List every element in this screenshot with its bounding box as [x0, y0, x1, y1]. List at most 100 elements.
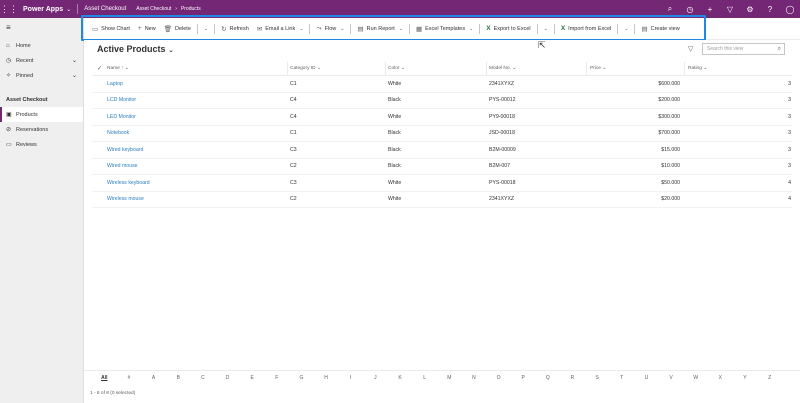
jump-letter[interactable]: L	[412, 375, 437, 381]
column-header-category[interactable]: Category ID ⌄	[288, 61, 386, 76]
add-icon[interactable]: +	[700, 5, 720, 14]
jump-letter[interactable]: X	[708, 375, 733, 381]
breadcrumb-item[interactable]: Products	[181, 6, 201, 12]
assistant-icon[interactable]: ◷	[680, 5, 700, 14]
table-row[interactable]: Wireless mouse C2 White 2341XYXZ $20.000…	[92, 192, 792, 208]
jump-letter[interactable]: N	[462, 375, 487, 381]
jump-letter[interactable]: #	[117, 375, 142, 381]
environment-name[interactable]: Asset Checkout	[84, 6, 126, 12]
jump-letter[interactable]: B	[166, 375, 191, 381]
email-icon: ✉	[256, 25, 263, 33]
jump-letter[interactable]: J	[363, 375, 388, 381]
search-icon[interactable]: ⌕	[660, 4, 680, 14]
search-input[interactable]: Search this view ⌕	[702, 43, 785, 55]
jump-letter[interactable]: E	[240, 375, 265, 381]
column-header-price[interactable]: Price ⌄	[587, 61, 685, 76]
export-dropdown[interactable]: ⌄	[540, 20, 552, 38]
breadcrumb-item[interactable]: Asset Checkout	[136, 6, 171, 12]
flow-icon: ⤳	[316, 24, 322, 32]
jump-letter[interactable]: W	[683, 375, 708, 381]
create-view-button[interactable]: ▤ Create view	[637, 20, 683, 38]
run-report-button[interactable]: ▤ Run Report ⌄	[353, 20, 407, 38]
jump-letter[interactable]: K	[388, 375, 413, 381]
jump-letter[interactable]: U	[634, 375, 659, 381]
select-all-checkbox[interactable]: ✓	[92, 65, 105, 72]
jump-letter[interactable]: T	[609, 375, 634, 381]
nav-item-pinned[interactable]: ✧ Pinned ⌄	[0, 68, 83, 83]
hamburger-icon[interactable]: ≡	[0, 18, 83, 38]
status-footer: 1 - 8 of 8 (0 selected)	[84, 384, 800, 403]
nav-item-reviews[interactable]: ▭ Reviews	[0, 137, 83, 152]
product-name-link[interactable]: Wired keyboard	[105, 147, 288, 153]
column-header-rating[interactable]: Rating ⌄	[685, 62, 791, 76]
chevron-down-icon[interactable]: ⌄	[66, 6, 71, 13]
jump-letter[interactable]: O	[486, 375, 511, 381]
product-name-link[interactable]: LED Monitor	[105, 114, 288, 120]
chevron-down-icon[interactable]: ⌄	[340, 26, 344, 32]
chevron-down-icon[interactable]: ⌄	[399, 26, 403, 32]
product-name-link[interactable]: Notebook	[105, 130, 288, 136]
search-icon[interactable]: ⌕	[778, 44, 781, 54]
nav-item-home[interactable]: ⌂ Home	[0, 38, 83, 53]
nav-item-recent[interactable]: ◷ Recent ⌄	[0, 53, 83, 68]
chevron-down-icon[interactable]: ⌄	[72, 72, 77, 79]
view-selector[interactable]: Active Products ⌄	[97, 44, 174, 54]
product-name-link[interactable]: Wired mouse	[105, 163, 288, 169]
excel-templates-button[interactable]: ▦ Excel Templates ⌄	[412, 20, 477, 38]
table-row[interactable]: LED Monitor C4 White PY9-00018 $300.000 …	[92, 109, 792, 126]
nav-item-reservations[interactable]: ⊘ Reservations	[0, 122, 83, 137]
refresh-button[interactable]: ↻ Refresh	[217, 20, 253, 38]
jump-letter[interactable]: V	[659, 375, 684, 381]
flow-button[interactable]: ⤳ Flow ⌄	[312, 20, 348, 38]
table-row[interactable]: Laptop C1 White 2341XYXZ $600.000 3	[92, 76, 792, 93]
jump-letter[interactable]: All	[92, 375, 117, 381]
table-row[interactable]: Wireless keyboard C3 White PYS-00018 $50…	[92, 175, 792, 192]
export-excel-button[interactable]: X Export to Excel	[482, 20, 534, 38]
jump-letter[interactable]: F	[264, 375, 289, 381]
jump-letter[interactable]: A	[141, 375, 166, 381]
jump-letter[interactable]: G	[289, 375, 314, 381]
jump-letter[interactable]: P	[511, 375, 536, 381]
jump-letter[interactable]: Y	[733, 375, 758, 381]
settings-icon[interactable]: ⚙	[740, 5, 760, 14]
jump-letter[interactable]: S	[585, 375, 610, 381]
more-dropdown[interactable]: ⌄	[200, 20, 212, 38]
jump-letter[interactable]: R	[560, 375, 585, 381]
filter-icon[interactable]: ▽	[720, 5, 740, 14]
chevron-down-icon[interactable]: ⌄	[299, 26, 303, 32]
delete-button[interactable]: 🗑 Delete	[160, 20, 195, 38]
nav-item-products[interactable]: ▣ Products	[0, 107, 83, 122]
jump-letter[interactable]: Z	[757, 375, 782, 381]
import-excel-button[interactable]: X Import from Excel	[557, 20, 615, 38]
jump-letter[interactable]: Q	[536, 375, 561, 381]
jump-letter[interactable]: I	[338, 375, 363, 381]
table-row[interactable]: LCD Monitor C4 Black PYS-00012 $200.000 …	[92, 93, 792, 109]
filter-icon[interactable]: ▽	[688, 45, 693, 53]
table-row[interactable]: Wired keyboard C3 Black B2M-00009 $15.00…	[92, 142, 792, 159]
new-button[interactable]: + New	[134, 20, 160, 38]
product-name-link[interactable]: Laptop	[105, 81, 288, 87]
table-row[interactable]: Notebook C1 Black JSD-00018 $700.000 3	[92, 126, 792, 142]
table-row[interactable]: Wired mouse C2 Black B2M-007 $10.000 3	[92, 159, 792, 175]
price-cell: $20.000	[661, 196, 680, 203]
jump-letter[interactable]: M	[437, 375, 462, 381]
jump-letter[interactable]: H	[314, 375, 339, 381]
show-chart-button[interactable]: ▭ Show Chart	[88, 20, 134, 38]
column-header-model[interactable]: Model No. ⌄	[487, 61, 587, 76]
chevron-down-icon: ⌄	[168, 48, 174, 54]
app-launcher-icon[interactable]: ⋮⋮	[0, 4, 18, 15]
chevron-down-icon[interactable]: ⌄	[469, 26, 473, 32]
import-dropdown[interactable]: ⌄	[620, 20, 632, 38]
jump-letter[interactable]: C	[191, 375, 216, 381]
help-icon[interactable]: ?	[760, 5, 780, 14]
jump-letter[interactable]: D	[215, 375, 240, 381]
avatar-icon[interactable]: ◯	[780, 5, 800, 14]
column-header-color[interactable]: Color ⌄	[386, 61, 487, 76]
app-name[interactable]: Power Apps	[23, 6, 63, 13]
chevron-down-icon[interactable]: ⌄	[72, 57, 77, 64]
product-name-link[interactable]: Wireless mouse	[105, 196, 288, 202]
product-name-link[interactable]: Wireless keyboard	[105, 180, 288, 186]
product-name-link[interactable]: LCD Monitor	[105, 97, 288, 103]
column-header-name[interactable]: Name ↑ ⌄	[105, 61, 288, 76]
email-link-button[interactable]: ✉ Email a Link ⌄	[253, 20, 308, 38]
